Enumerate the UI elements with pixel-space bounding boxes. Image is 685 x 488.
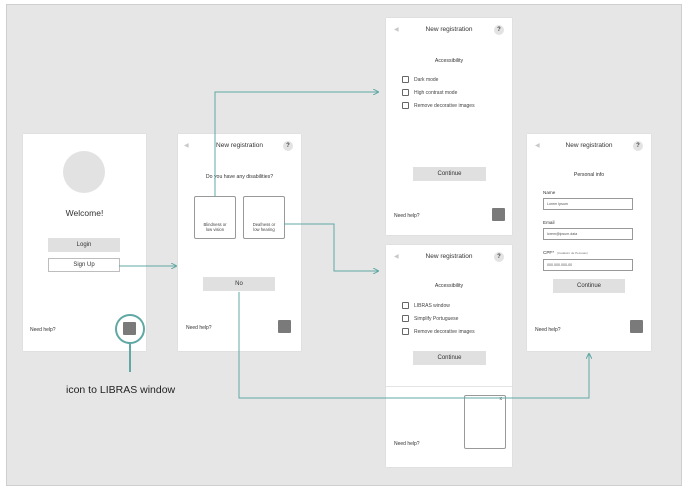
blindness-to-visual-arrow	[214, 92, 378, 197]
libras-icon-highlight	[115, 314, 145, 344]
no-to-personal-info-arrow	[238, 292, 589, 399]
wireframe-canvas: Welcome! Login Sign Up Need help? ◀ New …	[0, 0, 685, 488]
libras-annotation: icon to LIBRAS window	[66, 384, 176, 396]
deafness-to-hearing-arrow	[284, 223, 378, 271]
flow-connectors	[115, 0, 685, 399]
